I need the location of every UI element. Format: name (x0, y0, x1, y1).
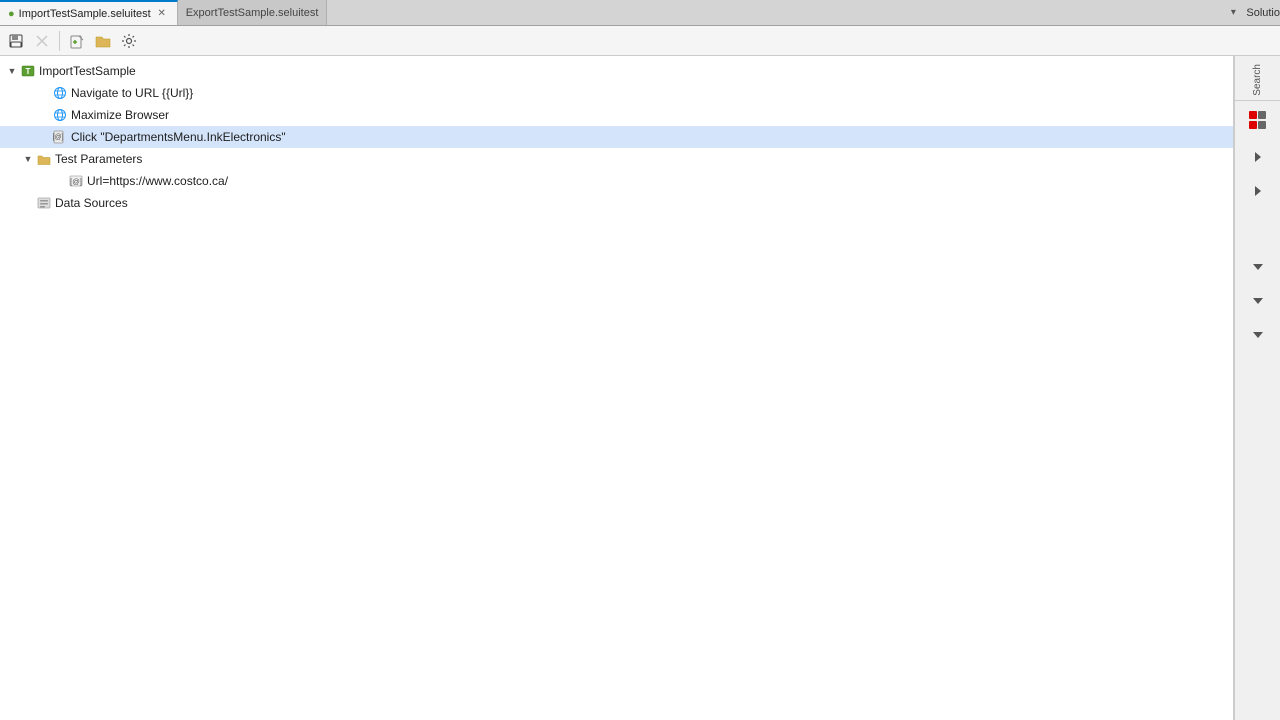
click-departments-icon: [@] (52, 129, 68, 145)
maximize-browser-icon (52, 107, 68, 123)
tab-import-label: ImportTestSample.seluitest (19, 8, 151, 20)
test-parameters-label: Test Parameters (55, 152, 142, 166)
solution-label: Solutio (1246, 7, 1280, 19)
tab-export[interactable]: ExportTestSample.seluitest (178, 0, 328, 25)
test-parameters-item[interactable]: ▼ Test Parameters (0, 148, 1233, 170)
save-button[interactable] (4, 29, 28, 53)
root-label: ImportTestSample (39, 64, 136, 78)
main-area: ▼ T ImportTestSample Navigate to URL (0, 56, 1280, 720)
sidebar-icon-group (1249, 111, 1266, 129)
tree-panel[interactable]: ▼ T ImportTestSample Navigate to URL (0, 56, 1234, 720)
url-param-item[interactable]: [@] Url=https://www.costco.ca/ (0, 170, 1233, 192)
sidebar-red-icon (1249, 111, 1257, 119)
url-param-icon: [@] (68, 173, 84, 189)
svg-text:T: T (26, 67, 31, 76)
test-params-toggle[interactable]: ▼ (20, 151, 36, 167)
tab-import-icon: ● (8, 8, 15, 20)
sidebar-arrow-right-1[interactable] (1242, 141, 1274, 173)
sidebar-arrow-down-2[interactable] (1242, 285, 1274, 317)
navigate-url-item[interactable]: Navigate to URL {{Url}} (0, 82, 1233, 104)
maximize-browser-spacer (36, 107, 52, 123)
sidebar-gray-icon-2 (1258, 121, 1266, 129)
root-toggle-icon[interactable]: ▼ (4, 63, 20, 79)
navigate-url-spacer (36, 85, 52, 101)
sidebar-gray-icon (1258, 111, 1266, 119)
url-param-label: Url=https://www.costco.ca/ (87, 174, 228, 188)
tree-root-item[interactable]: ▼ T ImportTestSample (0, 60, 1233, 82)
sidebar-arrow-down-3[interactable] (1242, 319, 1274, 351)
click-departments-item[interactable]: [@] Click "DepartmentsMenu.InkElectronic… (0, 126, 1233, 148)
click-departments-label: Click "DepartmentsMenu.InkElectronics" (71, 130, 286, 144)
root-icon: T (20, 63, 36, 79)
navigate-url-label: Navigate to URL {{Url}} (71, 86, 193, 100)
tab-bar: ● ImportTestSample.seluitest ✕ ExportTes… (0, 0, 1280, 26)
data-sources-icon (36, 195, 52, 211)
sidebar-arrow-down-1[interactable] (1242, 251, 1274, 283)
test-params-folder-icon (36, 151, 52, 167)
click-departments-spacer (36, 129, 52, 145)
toolbar-sep-1 (59, 31, 60, 51)
svg-text:[@]: [@] (70, 177, 82, 186)
maximize-browser-label: Maximize Browser (71, 108, 169, 122)
tab-export-label: ExportTestSample.seluitest (186, 7, 319, 19)
close-button[interactable] (30, 29, 54, 53)
right-sidebar: Search (1234, 56, 1280, 720)
toolbar (0, 26, 1280, 56)
tab-import[interactable]: ● ImportTestSample.seluitest ✕ (0, 0, 178, 25)
tab-import-close[interactable]: ✕ (155, 7, 169, 21)
sidebar-red-icon-2 (1249, 121, 1257, 129)
navigate-url-icon (52, 85, 68, 101)
data-sources-label: Data Sources (55, 196, 128, 210)
search-label[interactable]: Search (1252, 64, 1263, 96)
right-sidebar-buttons (1242, 107, 1274, 716)
data-sources-spacer (20, 195, 36, 211)
add-button[interactable] (65, 29, 89, 53)
data-sources-item[interactable]: Data Sources (0, 192, 1233, 214)
url-param-spacer (52, 173, 68, 189)
sidebar-arrow-right-2[interactable] (1242, 175, 1274, 207)
settings-button[interactable] (117, 29, 141, 53)
svg-text:[@]: [@] (53, 134, 64, 141)
folder-button[interactable] (91, 29, 115, 53)
tab-overflow-btn[interactable]: ▾ (1224, 0, 1242, 26)
maximize-browser-item[interactable]: Maximize Browser (0, 104, 1233, 126)
